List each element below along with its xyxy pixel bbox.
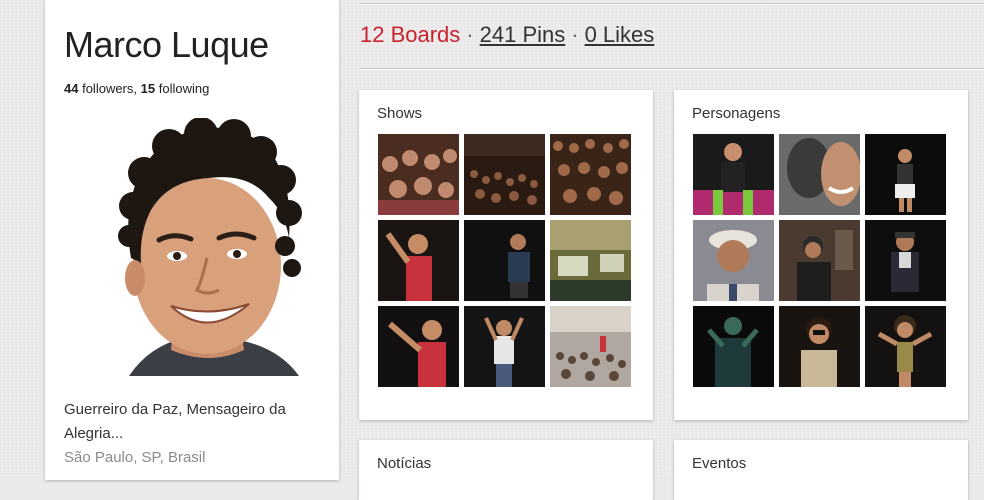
pin-thumbnail[interactable] [693,306,774,387]
profile-avatar [118,118,302,376]
pin-thumbnail[interactable] [550,134,631,215]
pin-thumbnail[interactable] [865,220,946,301]
pin-thumbnail[interactable] [693,134,774,215]
following-label[interactable]: following [159,81,210,96]
board-card-noticias[interactable]: Notícias [359,440,653,500]
top-divider [360,3,984,4]
follow-stats: 44 followers, 15 following [64,81,209,96]
pin-thumbnail[interactable] [779,306,860,387]
pin-thumbnail[interactable] [865,306,946,387]
stats-separator: · [571,22,579,47]
profile-stats: 12 Boards · 241 Pins · 0 Likes [360,22,654,48]
profile-name: Marco Luque [64,24,269,65]
board-title[interactable]: Eventos [692,455,746,472]
stats-divider [360,68,984,69]
pin-thumbnail[interactable] [464,220,545,301]
board-card-shows[interactable]: Shows [359,90,653,420]
board-thumbnails [378,134,631,387]
pins-link[interactable]: 241 Pins [480,22,566,47]
followers-label[interactable]: followers, [82,81,137,96]
pin-thumbnail[interactable] [464,306,545,387]
pin-thumbnail[interactable] [378,306,459,387]
pin-thumbnail[interactable] [378,220,459,301]
pin-thumbnail[interactable] [464,134,545,215]
followers-count[interactable]: 44 [64,81,78,96]
board-title[interactable]: Personagens [692,105,780,122]
pin-thumbnail[interactable] [779,134,860,215]
board-thumbnails [693,134,946,387]
pin-thumbnail[interactable] [550,220,631,301]
following-count[interactable]: 15 [141,81,155,96]
pin-thumbnail[interactable] [693,220,774,301]
pin-thumbnail[interactable] [779,220,860,301]
pin-thumbnail[interactable] [865,134,946,215]
stats-separator: · [466,22,474,47]
board-title[interactable]: Shows [377,105,422,122]
likes-link[interactable]: 0 Likes [585,22,655,47]
profile-bio: Guerreiro da Paz, Mensageiro da Alegria.… [64,401,286,442]
profile-card: Marco Luque 44 followers, 15 following G… [45,0,339,480]
board-card-eventos[interactable]: Eventos [674,440,968,500]
pin-thumbnail[interactable] [378,134,459,215]
board-card-personagens[interactable]: Personagens [674,90,968,420]
boards-count[interactable]: 12 Boards [360,22,460,47]
board-title[interactable]: Notícias [377,455,431,472]
profile-location: São Paulo, SP, Brasil [64,449,206,466]
pin-thumbnail[interactable] [550,306,631,387]
